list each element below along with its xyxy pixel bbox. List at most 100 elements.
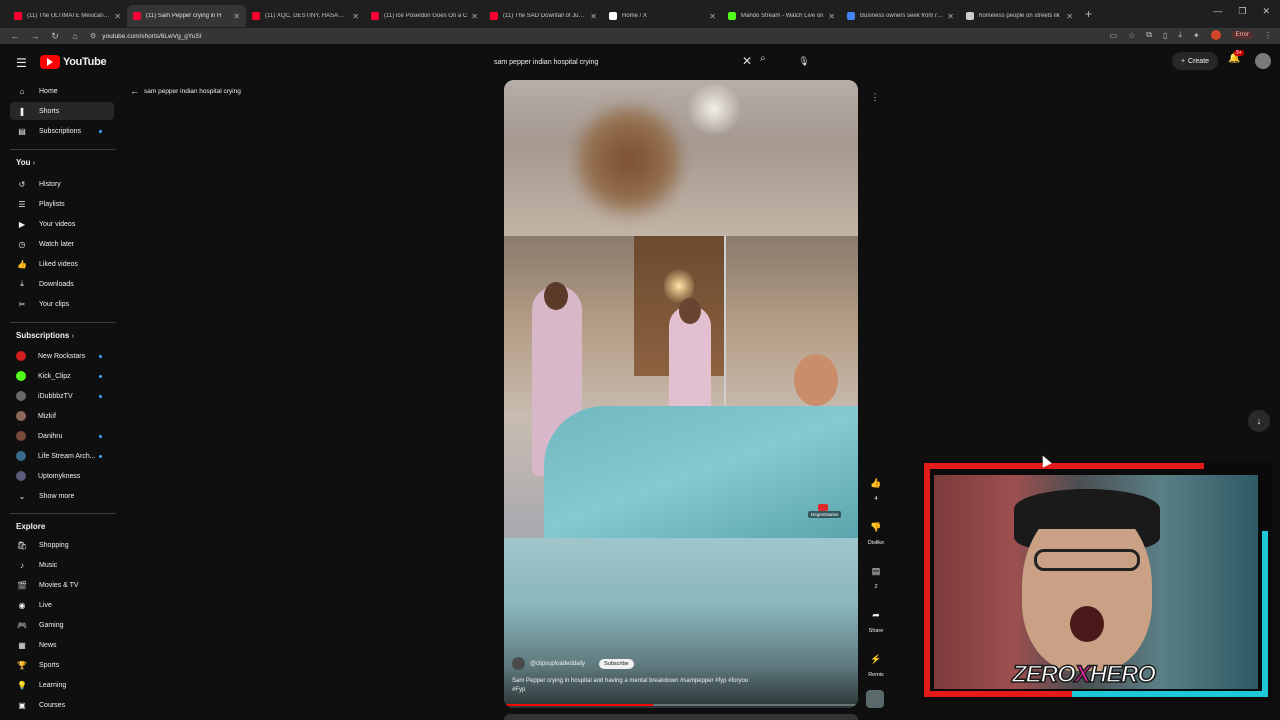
- account-avatar[interactable]: [1255, 53, 1271, 69]
- subscribe-button[interactable]: Subscribe: [599, 658, 634, 669]
- short-caption[interactable]: Sam Pepper crying in hospital and having…: [512, 677, 762, 695]
- back-icon[interactable]: ←: [10, 31, 20, 41]
- browser-tab[interactable]: (11) Ice Poseidon Goes On a C ✕: [365, 5, 484, 27]
- channel-avatar[interactable]: [512, 657, 525, 670]
- browser-error-badge[interactable]: Error: [1231, 31, 1253, 39]
- clear-search-icon[interactable]: ✕: [742, 54, 752, 68]
- bookmark-star-icon[interactable]: ☆: [1128, 31, 1135, 40]
- channel-name[interactable]: @clipsuploadeddaily: [530, 661, 585, 667]
- browser-tab[interactable]: (11) The SAD Downfall of Justa ✕: [484, 5, 603, 27]
- cast-icon[interactable]: ▭: [1110, 31, 1118, 40]
- show-more-button[interactable]: ⌄ Show more: [10, 487, 114, 505]
- sidebar-subscriptions-heading[interactable]: Subscriptions ›: [16, 331, 74, 340]
- browser-tab[interactable]: Business owners seek from rob ✕: [841, 5, 960, 27]
- browser-tab[interactable]: homeless people on streets lik ✕: [960, 5, 1079, 27]
- sidebar-item-courses[interactable]: ▣ Courses: [10, 696, 114, 714]
- new-tab-button[interactable]: +: [1085, 7, 1092, 21]
- dislike-button[interactable]: 👎 Dislike: [864, 516, 888, 547]
- close-window-icon[interactable]: ✕: [1262, 6, 1270, 17]
- close-tab-icon[interactable]: ✕: [947, 12, 954, 21]
- sidebar-item-movies-tv[interactable]: 🎬 Movies & TV: [10, 576, 114, 594]
- subscription-channel[interactable]: Uptomykness: [10, 467, 114, 485]
- sidebar-item-gaming[interactable]: 🎮 Gaming: [10, 616, 114, 634]
- close-tab-icon[interactable]: ✕: [1066, 12, 1073, 21]
- sound-thumbnail[interactable]: [866, 690, 884, 708]
- browser-profile-avatar[interactable]: [1210, 30, 1221, 40]
- subscription-channel[interactable]: New Rockstars: [10, 347, 114, 365]
- extension-puzzle-icon[interactable]: ✦: [1193, 31, 1200, 40]
- close-tab-icon[interactable]: ✕: [709, 12, 716, 21]
- subscription-channel[interactable]: Life Stream Arch...: [10, 447, 114, 465]
- sidebar-item-home[interactable]: ⌂ Home: [10, 82, 114, 100]
- browser-menu-icon[interactable]: ⋮: [1264, 31, 1272, 40]
- forward-icon[interactable]: →: [30, 31, 40, 41]
- subscription-channel[interactable]: Danihru: [10, 427, 114, 445]
- youtube-logo[interactable]: YouTube: [40, 55, 107, 69]
- next-short-preview[interactable]: [504, 714, 858, 720]
- share-button[interactable]: ➦ Share: [864, 604, 888, 635]
- sidebar-item-label: Uptomykness: [38, 472, 81, 480]
- site-info-icon[interactable]: ⚙: [90, 32, 96, 40]
- browser-tab[interactable]: Mando Stream - Watch Live on ✕: [722, 5, 841, 27]
- sidebar-item-downloads[interactable]: ⤓ Downloads: [10, 275, 114, 293]
- restore-icon[interactable]: ❐: [1238, 6, 1246, 17]
- close-tab-icon[interactable]: ✕: [233, 12, 240, 21]
- more-options-icon[interactable]: ⋮: [866, 92, 884, 103]
- subscription-channel[interactable]: Kick_Clipz: [10, 367, 114, 385]
- tab-title: (11) Ice Poseidon Goes On a C: [384, 13, 468, 19]
- search-icon[interactable]: ⌕: [760, 53, 766, 64]
- history-icon: ↺: [18, 179, 26, 189]
- browser-tab[interactable]: (11) XQC, DESTINY, HASAN, A ✕: [246, 5, 365, 27]
- comments-button[interactable]: ▤ 2: [864, 560, 888, 591]
- sidebar-item-history[interactable]: ↺ History: [10, 175, 114, 193]
- extension-icon[interactable]: ⧉: [1146, 30, 1152, 40]
- learning-icon: 💡: [17, 680, 27, 690]
- sidebar-item-learning[interactable]: 💡 Learning: [10, 676, 114, 694]
- next-short-button[interactable]: ↓: [1248, 410, 1270, 432]
- sidebar-you-heading[interactable]: You ›: [16, 158, 35, 167]
- tab-favicon-icon: [847, 12, 855, 20]
- sidebar-item-news[interactable]: ▦ News: [10, 636, 114, 654]
- sidebar-item-subscriptions[interactable]: ▤ Subscriptions: [10, 122, 114, 140]
- reload-icon[interactable]: ↻: [50, 31, 60, 42]
- browser-tab[interactable]: Home / X ✕: [603, 5, 722, 27]
- close-tab-icon[interactable]: ✕: [828, 12, 835, 21]
- close-tab-icon[interactable]: ✕: [114, 12, 121, 21]
- sidebar-item-shopping[interactable]: 🛍 Shopping: [10, 536, 114, 554]
- sidepanel-icon[interactable]: ▯: [1163, 31, 1167, 40]
- like-button[interactable]: 👍 4: [864, 472, 888, 503]
- close-tab-icon[interactable]: ✕: [590, 12, 597, 21]
- shorts-player[interactable]: DegenDiaries @clipsuploadeddaily Subscri…: [504, 80, 858, 708]
- home-browser-icon[interactable]: ⌂: [70, 31, 80, 41]
- sidebar-item-playlists[interactable]: ☰ Playlists: [10, 195, 114, 213]
- download-icon[interactable]: ⤓: [1178, 30, 1182, 40]
- menu-icon[interactable]: ☰: [16, 56, 27, 70]
- sidebar-item-your-clips[interactable]: ✂ Your clips: [10, 295, 114, 313]
- sidebar-item-live[interactable]: ◉ Live: [10, 596, 114, 614]
- url-input[interactable]: ⚙ youtube.com/shorts/6LwVg_gYuSI: [86, 29, 1136, 43]
- sidebar-item-watch-later[interactable]: ◷ Watch later: [10, 235, 114, 253]
- minimize-icon[interactable]: —: [1213, 6, 1222, 17]
- subscription-channel[interactable]: iDubbbzTV: [10, 387, 114, 405]
- subscription-channel[interactable]: Mizkif: [10, 407, 114, 425]
- browser-tab[interactable]: (11) Sam Pepper crying in H ✕: [127, 5, 246, 27]
- create-button[interactable]: + Create: [1172, 52, 1218, 70]
- sidebar-item-sports[interactable]: 🏆 Sports: [10, 656, 114, 674]
- microphone-icon[interactable]: 🎙: [795, 52, 813, 70]
- close-tab-icon[interactable]: ✕: [471, 12, 478, 21]
- back-to-search-link[interactable]: ← sam pepper indian hospital crying: [130, 86, 241, 96]
- search-input[interactable]: sam pepper indian hospital crying ✕: [486, 51, 758, 73]
- sidebar-item-your-videos[interactable]: ▶ Your videos: [10, 215, 114, 233]
- notifications-bell-icon[interactable]: 🔔 9+: [1228, 50, 1244, 64]
- sidebar-item-music[interactable]: ♪ Music: [10, 556, 114, 574]
- tab-favicon-icon: [609, 12, 617, 20]
- sidebar-explore-heading[interactable]: Explore: [16, 522, 45, 531]
- sidebar-item-label: Danihru: [38, 432, 63, 440]
- remix-button[interactable]: ⚡ Remix: [864, 648, 888, 679]
- close-tab-icon[interactable]: ✕: [352, 12, 359, 21]
- browser-tab[interactable]: (11) The ULTIMATE Mexican Str ✕: [8, 5, 127, 27]
- progress-bar[interactable]: [504, 704, 858, 706]
- sidebar-item-liked-videos[interactable]: 👍 Liked videos: [10, 255, 114, 273]
- sidebar-item-shorts[interactable]: ❚ Shorts: [10, 102, 114, 120]
- channel-avatar: [16, 471, 26, 481]
